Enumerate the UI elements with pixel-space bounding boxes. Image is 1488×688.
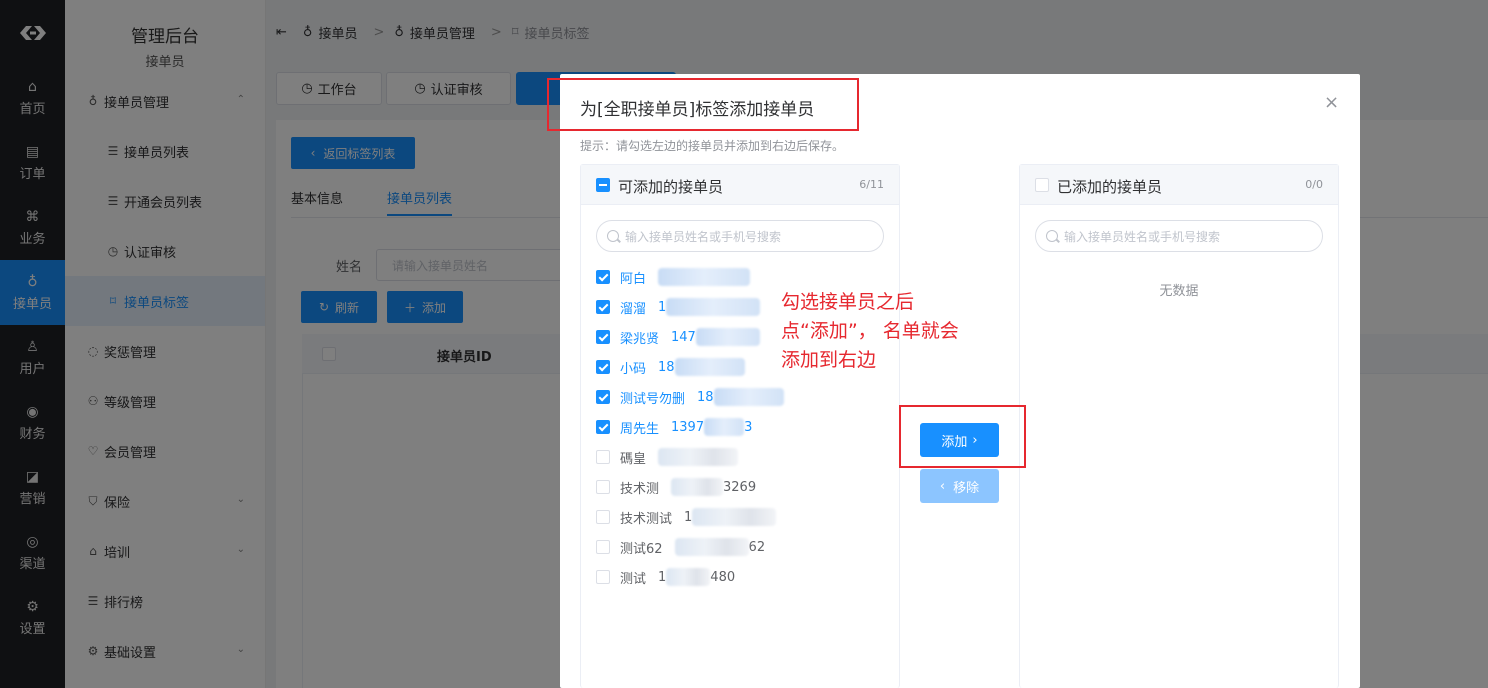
remove-button-label: 移除 (953, 480, 980, 496)
redacted-phone (692, 508, 777, 526)
transfer-remove-button[interactable]: ‹ 移除 (920, 469, 999, 503)
item-name: 溜溜 (620, 301, 647, 317)
item-name: 碼皇 (620, 451, 647, 467)
annotation-line: 添加到右边 (781, 349, 877, 371)
left-select-all-checkbox[interactable] (596, 178, 610, 192)
list-item[interactable]: 测试号勿删 18 (596, 387, 784, 407)
list-item[interactable]: 测试 1 480 (596, 567, 735, 587)
item-phone-tail: 62 (748, 539, 766, 555)
list-item[interactable]: 技术测 3269 (596, 477, 756, 497)
search-icon (607, 230, 619, 242)
item-name: 阿白 (620, 271, 647, 287)
item-name: 梁兆贤 (620, 331, 660, 347)
left-search-input[interactable]: 输入接单员姓名或手机号搜索 (596, 220, 884, 252)
redacted-phone (666, 568, 711, 586)
right-search-placeholder: 输入接单员姓名或手机号搜索 (1064, 229, 1221, 244)
right-panel-count: 0/0 (1305, 178, 1323, 191)
annotation-line: 勾选接单员之后 (781, 291, 915, 313)
transfer-right-panel: 已添加的接单员 0/0 输入接单员姓名或手机号搜索 无数据 (1019, 164, 1339, 688)
item-checkbox[interactable] (596, 540, 610, 554)
left-panel-header: 可添加的接单员 6/11 (581, 165, 899, 205)
item-phone: 147 (671, 329, 696, 345)
item-checkbox[interactable] (596, 510, 610, 524)
annotation-text: 勾选接单员之后 点“添加”， 名单就会 添加到右边 (781, 288, 959, 375)
redacted-phone (671, 478, 724, 496)
list-item[interactable]: 测试62 62 (596, 537, 765, 557)
item-name: 周先生 (620, 421, 660, 437)
item-checkbox[interactable] (596, 480, 610, 494)
add-courier-dialog: 为[全职接单员]标签添加接单员 × 提示：请勾选左边的接单员并添加到右边后保存。… (560, 74, 1360, 688)
close-icon[interactable]: × (1324, 92, 1339, 113)
right-panel-title: 已添加的接单员 (1057, 178, 1163, 196)
redacted-phone (658, 448, 739, 466)
item-checkbox[interactable] (596, 330, 610, 344)
redacted-phone (695, 328, 760, 346)
annotation-line: 点“添加”， 名单就会 (781, 320, 959, 342)
item-name: 小码 (620, 361, 647, 377)
item-checkbox[interactable] (596, 420, 610, 434)
transfer-left-panel: 可添加的接单员 6/11 输入接单员姓名或手机号搜索 阿白溜溜 1 梁兆贤 147 小码… (580, 164, 900, 688)
item-phone-tail: 480 (710, 569, 736, 585)
item-checkbox[interactable] (596, 570, 610, 584)
annotation-add-highlight (899, 405, 1026, 468)
list-item[interactable]: 梁兆贤 147 (596, 327, 760, 347)
redacted-phone (658, 268, 751, 286)
left-panel-count: 6/11 (859, 178, 884, 191)
redacted-phone (666, 298, 761, 316)
chevron-left-icon: ‹ (939, 478, 946, 494)
right-panel-header: 已添加的接单员 0/0 (1020, 165, 1338, 205)
right-empty-text: 无数据 (1159, 284, 1199, 299)
item-phone: 1 (658, 569, 667, 585)
list-item[interactable]: 碼皇 (596, 447, 739, 467)
item-name: 技术测 (620, 481, 660, 497)
redacted-phone (674, 358, 745, 376)
item-checkbox[interactable] (596, 270, 610, 284)
item-checkbox[interactable] (596, 360, 610, 374)
annotation-title-highlight (547, 78, 859, 131)
redacted-phone (674, 538, 749, 556)
item-phone: 18 (697, 389, 714, 405)
left-search-placeholder: 输入接单员姓名或手机号搜索 (625, 229, 782, 244)
item-name: 测试 (620, 571, 647, 587)
left-panel-title: 可添加的接单员 (618, 178, 724, 196)
item-checkbox[interactable] (596, 390, 610, 404)
list-item[interactable]: 阿白 (596, 267, 751, 287)
list-item[interactable]: 溜溜 1 (596, 297, 761, 317)
redacted-phone (704, 418, 745, 436)
dialog-hint: 提示：请勾选左边的接单员并添加到右边后保存。 (580, 139, 845, 153)
item-checkbox[interactable] (596, 300, 610, 314)
item-phone-tail: 3 (744, 419, 753, 435)
list-item[interactable]: 小码 18 (596, 357, 745, 377)
item-name: 测试号勿删 (620, 391, 686, 407)
search-icon (1046, 230, 1058, 242)
right-search-input[interactable]: 输入接单员姓名或手机号搜索 (1035, 220, 1323, 252)
list-item[interactable]: 周先生 1397 3 (596, 417, 752, 437)
right-select-all-checkbox[interactable] (1035, 178, 1049, 192)
item-phone: 1 (684, 509, 693, 525)
item-checkbox[interactable] (596, 450, 610, 464)
item-phone: 1397 (671, 419, 705, 435)
redacted-phone (713, 388, 784, 406)
item-name: 技术测试 (620, 511, 673, 527)
item-phone-tail: 3269 (723, 479, 757, 495)
item-name: 测试62 (620, 541, 663, 557)
item-phone: 18 (658, 359, 675, 375)
list-item[interactable]: 技术测试 1 (596, 507, 777, 527)
item-phone: 1 (658, 299, 667, 315)
